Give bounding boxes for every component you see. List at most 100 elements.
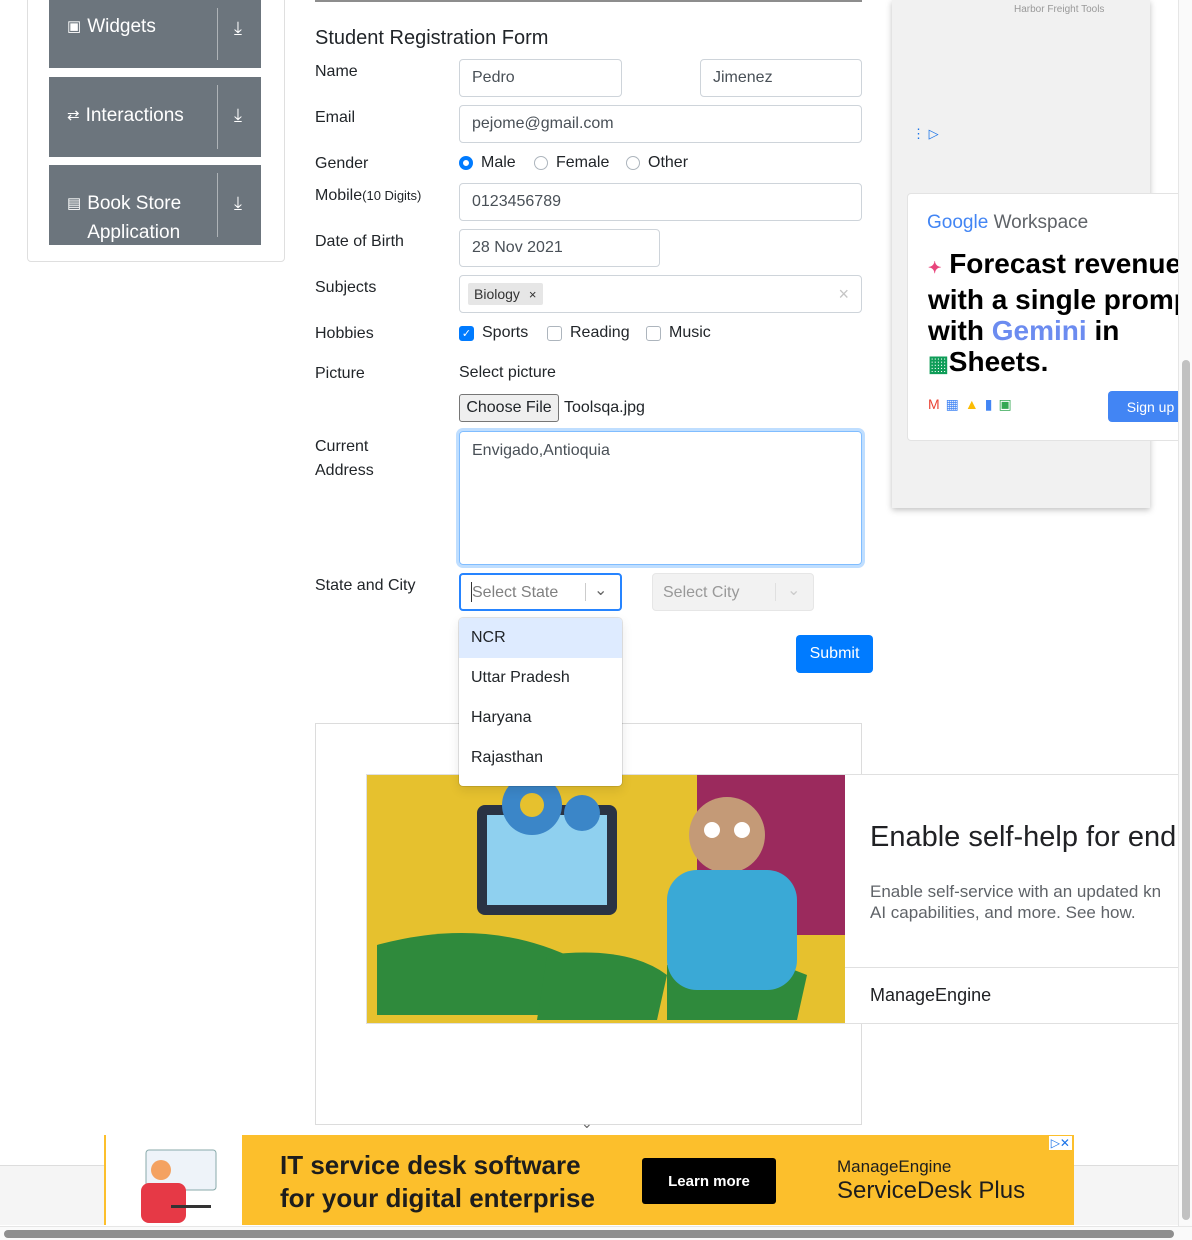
- chevron-down-icon[interactable]: ⌄: [594, 580, 607, 600]
- calendar-icon: ▦: [945, 396, 965, 412]
- submit-button[interactable]: Submit: [796, 635, 873, 673]
- subjects-label: Subjects: [315, 279, 377, 296]
- gemini-word: Gemini: [991, 315, 1087, 346]
- label-line-1: Book Store: [87, 193, 182, 214]
- gender-other-radio[interactable]: Other: [626, 154, 688, 172]
- chevron-down-icon[interactable]: ⌄: [581, 1115, 593, 1132]
- state-option[interactable]: Rajasthan: [459, 738, 622, 778]
- ad-card: Google Workspace ✦ Forecast revenue with…: [907, 193, 1192, 441]
- horizontal-scrollbar[interactable]: [0, 1226, 1192, 1240]
- headline-line-1: Forecast revenue: [949, 248, 1182, 279]
- workspace-wordmark: Workspace: [993, 212, 1089, 233]
- divider: [217, 173, 218, 237]
- sidebar-item-label: Widgets: [87, 16, 156, 37]
- ad-headline: ✦ Forecast revenue with a single promp w…: [928, 248, 1191, 379]
- email-label: Email: [315, 109, 356, 126]
- radio-label: Male: [481, 154, 516, 171]
- subject-tag: Biology ×: [468, 283, 543, 305]
- label-line-2: Application: [87, 222, 181, 243]
- hobby-music-checkbox[interactable]: Music: [646, 324, 711, 342]
- ad-headline: IT service desk software for your digita…: [280, 1149, 595, 1215]
- sidebar-item-widgets[interactable]: ▣ Widgets ⤓: [49, 0, 261, 68]
- radio-icon: [534, 156, 548, 170]
- ad-divider: [845, 967, 1191, 968]
- checkbox-checked-icon: ✓: [459, 325, 474, 341]
- ad-body-line-1: Enable self-service with an updated kn: [870, 882, 1162, 901]
- first-name-input[interactable]: Pedro: [459, 59, 622, 97]
- last-name-input[interactable]: Jimenez: [700, 59, 862, 97]
- state-select[interactable]: Select State ⌄: [459, 573, 622, 611]
- sidebar-item-label: Book Store Application: [87, 189, 181, 247]
- subjects-input[interactable]: Biology × ×: [459, 275, 862, 313]
- scrollbar-thumb[interactable]: [1182, 360, 1190, 1220]
- widgets-icon: ▣: [67, 18, 82, 35]
- mobile-input[interactable]: 0123456789: [459, 183, 862, 221]
- vertical-scrollbar[interactable]: [1178, 0, 1192, 1240]
- headline-with: with: [928, 315, 984, 346]
- address-label: Current Address: [315, 435, 374, 483]
- servicedesk-ad[interactable]: IT service desk software for your digita…: [104, 1135, 1074, 1225]
- manageengine-ad[interactable]: Enable self-help for end Enable self-ser…: [366, 774, 1192, 1024]
- checkbox-icon: [547, 325, 562, 341]
- state-option[interactable]: NCR: [459, 618, 622, 658]
- hobby-reading-checkbox[interactable]: Reading: [547, 324, 630, 342]
- ad-brand: ManageEngine ServiceDesk Plus: [837, 1157, 1025, 1205]
- sidebar-item-interactions[interactable]: ⇄ Interactions ⤓: [49, 77, 261, 157]
- divider: [217, 85, 218, 149]
- google-wordmark: Google: [927, 212, 989, 233]
- headline-line-4: Sheets.: [948, 346, 1049, 377]
- ad-body: Enable self-service with an updated kn A…: [870, 881, 1161, 923]
- top-divider: [315, 0, 862, 2]
- state-city-label: State and City: [315, 577, 416, 594]
- checkbox-icon: [646, 325, 661, 341]
- file-name: Toolsqa.jpg: [564, 399, 645, 416]
- current-address-textarea[interactable]: Envigado,Antioquia: [459, 431, 862, 565]
- address-label-line-1: Current: [315, 438, 369, 455]
- ad-body-line-2: AI capabilities, and more. See how.: [870, 903, 1136, 922]
- download-icon[interactable]: ⤓: [234, 105, 242, 126]
- brand-line-2: ServiceDesk Plus: [837, 1177, 1026, 1204]
- gender-male-radio[interactable]: Male: [459, 154, 516, 172]
- mobile-hint: (10 Digits): [362, 188, 422, 203]
- docs-icon: ▮: [984, 396, 999, 412]
- learn-more-button[interactable]: Learn more: [642, 1158, 776, 1204]
- download-icon[interactable]: ⤓: [234, 193, 242, 214]
- sheets-icon: ▦: [928, 351, 949, 376]
- dob-input[interactable]: 28 Nov 2021: [459, 229, 660, 267]
- scrollbar-thumb[interactable]: [4, 1230, 1174, 1238]
- sidebar-item-book-store[interactable]: ▤ Book Store Application ⤓: [49, 165, 261, 245]
- remove-tag-icon[interactable]: ×: [529, 287, 537, 302]
- gmail-icon: M: [928, 396, 946, 412]
- gender-label: Gender: [315, 155, 369, 172]
- gender-female-radio[interactable]: Female: [534, 154, 609, 172]
- clear-icon[interactable]: ×: [838, 284, 849, 305]
- drive-icon: ▲: [964, 396, 985, 412]
- workspace-app-icons: M▦▲▮▣: [928, 396, 1018, 413]
- download-icon[interactable]: ⤓: [234, 18, 242, 39]
- ad-close-icon[interactable]: ▷✕: [1048, 1136, 1072, 1150]
- email-input[interactable]: pejome@gmail.com: [459, 105, 862, 143]
- sparkle-icon: ✦: [928, 260, 942, 277]
- divider: [217, 8, 218, 60]
- checkbox-label: Reading: [570, 324, 630, 341]
- ad-line-2: for your digital enterprise: [280, 1183, 595, 1213]
- ad-choices-icon[interactable]: ⋮ ▷: [912, 126, 939, 142]
- city-select[interactable]: Select City ⌄: [652, 573, 814, 611]
- radio-label: Other: [648, 154, 689, 171]
- mobile-label-text: Mobile: [315, 187, 363, 204]
- subject-tag-label: Biology: [474, 286, 520, 302]
- state-option[interactable]: Haryana: [459, 698, 622, 738]
- book-store-icon: ▤: [67, 195, 82, 212]
- radio-label: Female: [556, 154, 610, 171]
- name-label: Name: [315, 63, 358, 80]
- ad-line-1: IT service desk software: [280, 1150, 581, 1180]
- hobbies-label: Hobbies: [315, 325, 374, 342]
- headline-in: in: [1094, 315, 1120, 346]
- ad-illustration: [367, 775, 845, 1023]
- mobile-label: Mobile(10 Digits): [315, 187, 421, 205]
- hobby-sports-checkbox[interactable]: ✓ Sports: [459, 324, 528, 342]
- select-separator: [585, 583, 586, 601]
- google-workspace-logo: Google Workspace: [927, 212, 1088, 234]
- state-option[interactable]: Uttar Pradesh: [459, 658, 622, 698]
- choose-file-button[interactable]: Choose File: [459, 394, 559, 422]
